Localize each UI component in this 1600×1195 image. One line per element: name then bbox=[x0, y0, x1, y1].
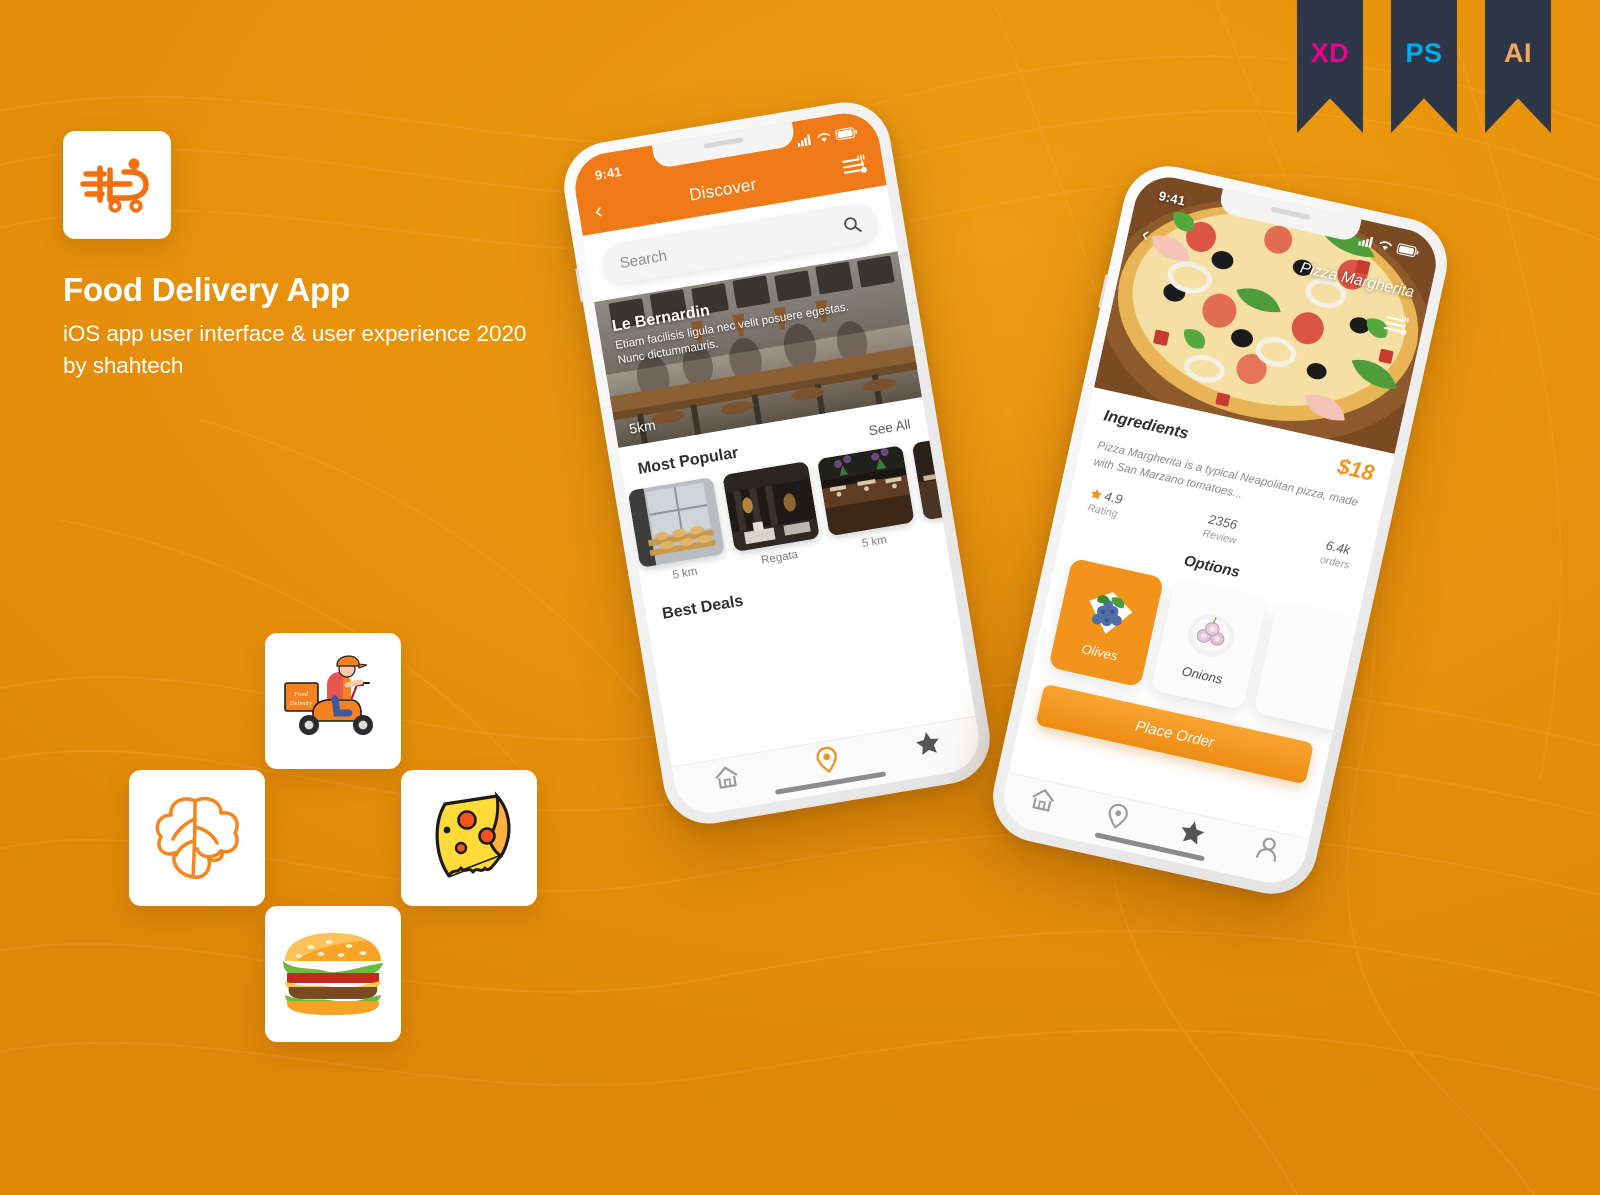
wifi-icon bbox=[1379, 240, 1392, 250]
ribbon-ps: PS bbox=[1391, 0, 1457, 133]
cutlery-filter-icon[interactable] bbox=[1382, 313, 1411, 342]
most-popular-title: Most Popular bbox=[636, 444, 740, 478]
tab-favourites[interactable] bbox=[1177, 818, 1208, 852]
bottom-tab-bar[interactable] bbox=[997, 771, 1310, 890]
rating-value: 4.9 bbox=[1102, 488, 1124, 508]
phone-mockup-product-detail: 9:41 ‹ Pizza Margherita Ingredients $18 … bbox=[984, 157, 1456, 903]
ribbon-xd: XD bbox=[1297, 0, 1363, 133]
search-placeholder: Search bbox=[618, 246, 669, 272]
scooter-delivery-logo-icon bbox=[80, 158, 149, 213]
list-item[interactable]: 5 km bbox=[627, 476, 729, 587]
format-ribbons: XD PS AI bbox=[1297, 0, 1551, 133]
tab-location[interactable] bbox=[814, 745, 840, 779]
option-partial[interactable] bbox=[1253, 603, 1370, 734]
signal-icon bbox=[797, 133, 812, 147]
list-item[interactable]: Regata bbox=[722, 461, 823, 571]
battery-icon bbox=[835, 126, 858, 140]
star-icon bbox=[1091, 489, 1102, 501]
phone1-screen: 9:41 ‹ Discover Search Le Bernardin Etia… bbox=[569, 108, 985, 818]
bottom-tab-bar[interactable] bbox=[671, 715, 985, 818]
ribbon-ai: AI bbox=[1485, 0, 1551, 133]
tab-favourites[interactable] bbox=[913, 729, 942, 762]
thumbnail-photo bbox=[911, 429, 985, 521]
status-time: 9:41 bbox=[1157, 187, 1187, 209]
person-icon[interactable] bbox=[1255, 835, 1282, 863]
brand-subtitle: iOS app user interface & user experience… bbox=[63, 318, 623, 382]
see-all-link[interactable]: See All bbox=[868, 417, 912, 439]
tab-profile[interactable] bbox=[1254, 835, 1282, 868]
lettuce-icon bbox=[155, 796, 239, 880]
status-indicators bbox=[796, 126, 858, 147]
brand-subtitle-line2: by shahtech bbox=[63, 353, 184, 379]
star-icon[interactable] bbox=[1178, 818, 1208, 847]
onions-plate-icon bbox=[1187, 614, 1235, 657]
home-icon[interactable] bbox=[1028, 785, 1057, 813]
food-icon-cards: Food Delivery bbox=[128, 628, 538, 1043]
thumbnail-photo bbox=[722, 461, 820, 553]
food-card-scooter: Food Delivery bbox=[265, 633, 401, 769]
app-logo-tile bbox=[63, 131, 171, 239]
svg-text:Food: Food bbox=[293, 691, 308, 698]
option-label: Olives bbox=[1080, 640, 1119, 664]
burger-icon bbox=[283, 933, 383, 1015]
thumbnail-photo bbox=[816, 445, 915, 537]
battery-icon bbox=[1396, 242, 1419, 257]
tab-location[interactable] bbox=[1104, 801, 1130, 835]
phone2-screen: 9:41 ‹ Pizza Margherita Ingredients $18 … bbox=[997, 170, 1443, 890]
scooter-delivery-icon: Food Delivery bbox=[284, 655, 373, 735]
brand-block: Food Delivery App iOS app user interface… bbox=[63, 131, 623, 382]
list-item[interactable]: Mo bbox=[911, 429, 985, 539]
option-onions[interactable]: Onions bbox=[1150, 580, 1267, 711]
food-card-burger bbox=[265, 906, 401, 1042]
olives-plate-icon bbox=[1089, 591, 1133, 634]
star-icon[interactable] bbox=[913, 729, 942, 757]
best-deals-title: Best Deals bbox=[661, 592, 745, 623]
tab-home[interactable] bbox=[1027, 785, 1057, 818]
poster-canvas: XD PS AI Food Delivery App iOS app user … bbox=[0, 0, 1600, 1195]
speaker-grill bbox=[1270, 206, 1311, 220]
brand-subtitle-line1: iOS app user interface & user experience… bbox=[63, 321, 527, 346]
search-icon[interactable] bbox=[842, 215, 862, 235]
app-bar-title: Discover bbox=[687, 174, 758, 205]
option-olives[interactable]: Olives bbox=[1048, 558, 1165, 688]
signal-icon bbox=[1358, 236, 1374, 248]
option-label: Onions bbox=[1180, 663, 1224, 687]
status-indicators bbox=[1358, 234, 1420, 258]
speaker-grill bbox=[703, 137, 744, 149]
stat-rating: 4.9 Rating bbox=[1086, 486, 1124, 521]
food-card-lettuce bbox=[129, 770, 265, 906]
phone-mockup-discover: 9:41 ‹ Discover Search Le Bernardin Etia… bbox=[557, 95, 997, 831]
tab-home[interactable] bbox=[712, 763, 741, 795]
page-title: Food Delivery App bbox=[63, 271, 350, 308]
location-pin-icon[interactable] bbox=[814, 745, 839, 774]
stat-orders: 6.4k orders bbox=[1319, 537, 1354, 572]
ingredients-heading: Ingredients bbox=[1102, 407, 1191, 443]
pizza-slice-icon bbox=[435, 791, 511, 878]
location-pin-icon[interactable] bbox=[1105, 801, 1130, 830]
wifi-icon bbox=[817, 132, 830, 142]
cutlery-filter-icon[interactable] bbox=[842, 154, 870, 182]
stat-review: 2356 Review bbox=[1201, 511, 1241, 547]
thumbnail-photo bbox=[627, 476, 726, 568]
product-price: $18 bbox=[1335, 453, 1377, 486]
list-item[interactable]: 5 km bbox=[816, 445, 918, 555]
food-card-pizza bbox=[401, 770, 537, 906]
home-icon[interactable] bbox=[712, 763, 740, 790]
svg-text:Delivery: Delivery bbox=[289, 700, 312, 707]
